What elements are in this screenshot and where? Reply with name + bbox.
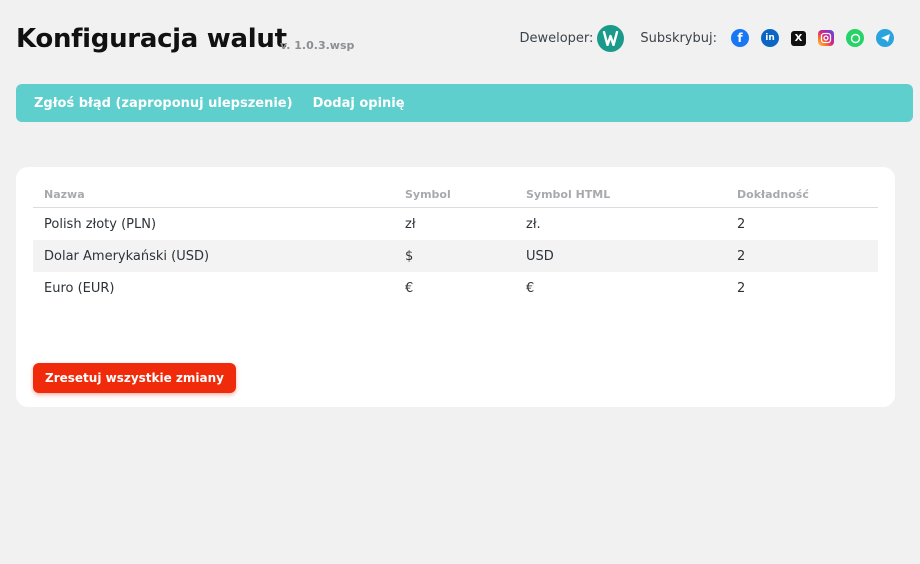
- cell-symbol: zł: [405, 216, 416, 232]
- cell-name: Dolar Amerykański (USD): [33, 240, 394, 272]
- developer-label: Deweloper:: [519, 30, 594, 46]
- currency-card: Nazwa Symbol Symbol HTML Dokładność Poli…: [16, 167, 895, 407]
- cell-name: Polish złoty (PLN): [44, 216, 157, 232]
- table-header-row: Nazwa Symbol Symbol HTML Dokładność: [33, 185, 878, 208]
- currency-table: Nazwa Symbol Symbol HTML Dokładność Poli…: [33, 185, 878, 304]
- report-bug-link[interactable]: Zgłoś błąd (zaproponuj ulepszenie): [34, 96, 293, 111]
- instagram-icon[interactable]: [818, 30, 834, 46]
- table-row[interactable]: Euro (EUR) € € 2: [33, 272, 878, 304]
- cell-precision: 2: [737, 280, 746, 296]
- column-header-precision: Dokładność: [726, 185, 878, 208]
- cell-name: Euro (EUR): [44, 280, 115, 296]
- cell-precision: 2: [737, 216, 746, 232]
- x-icon[interactable]: X: [791, 30, 806, 46]
- cell-html-symbol: €: [526, 280, 535, 296]
- whatsapp-icon[interactable]: [846, 29, 864, 47]
- page-header: Konfiguracja walut v. 1.0.3.wsp Dewelope…: [16, 20, 904, 64]
- header-links: Deweloper: Subskrybuj: f in X: [519, 24, 900, 52]
- linkedin-icon[interactable]: in: [761, 29, 779, 47]
- cell-html-symbol: USD: [515, 240, 726, 272]
- cell-symbol: €: [405, 280, 414, 296]
- developer-logo-icon[interactable]: [597, 24, 625, 52]
- facebook-icon[interactable]: f: [731, 29, 749, 47]
- version-label: v. 1.0.3.wsp: [280, 39, 355, 52]
- cell-precision: 2: [726, 240, 878, 272]
- add-review-link[interactable]: Dodaj opinię: [313, 96, 405, 111]
- column-header-name: Nazwa: [33, 185, 394, 208]
- column-header-html-symbol: Symbol HTML: [515, 185, 726, 208]
- subscribe-label: Subskrybuj:: [640, 30, 717, 46]
- telegram-icon[interactable]: [876, 29, 894, 47]
- cell-symbol: $: [394, 240, 515, 272]
- reset-all-button[interactable]: Zresetuj wszystkie zmiany: [33, 363, 236, 393]
- table-row[interactable]: Dolar Amerykański (USD) $ USD 2: [33, 240, 878, 272]
- top-nav-bar: Zgłoś błąd (zaproponuj ulepszenie) Dodaj…: [16, 84, 913, 122]
- cell-html-symbol: zł.: [526, 216, 541, 232]
- column-header-symbol: Symbol: [394, 185, 515, 208]
- page-title: Konfiguracja walut: [16, 24, 287, 54]
- table-row[interactable]: Polish złoty (PLN) zł zł. 2: [33, 208, 878, 241]
